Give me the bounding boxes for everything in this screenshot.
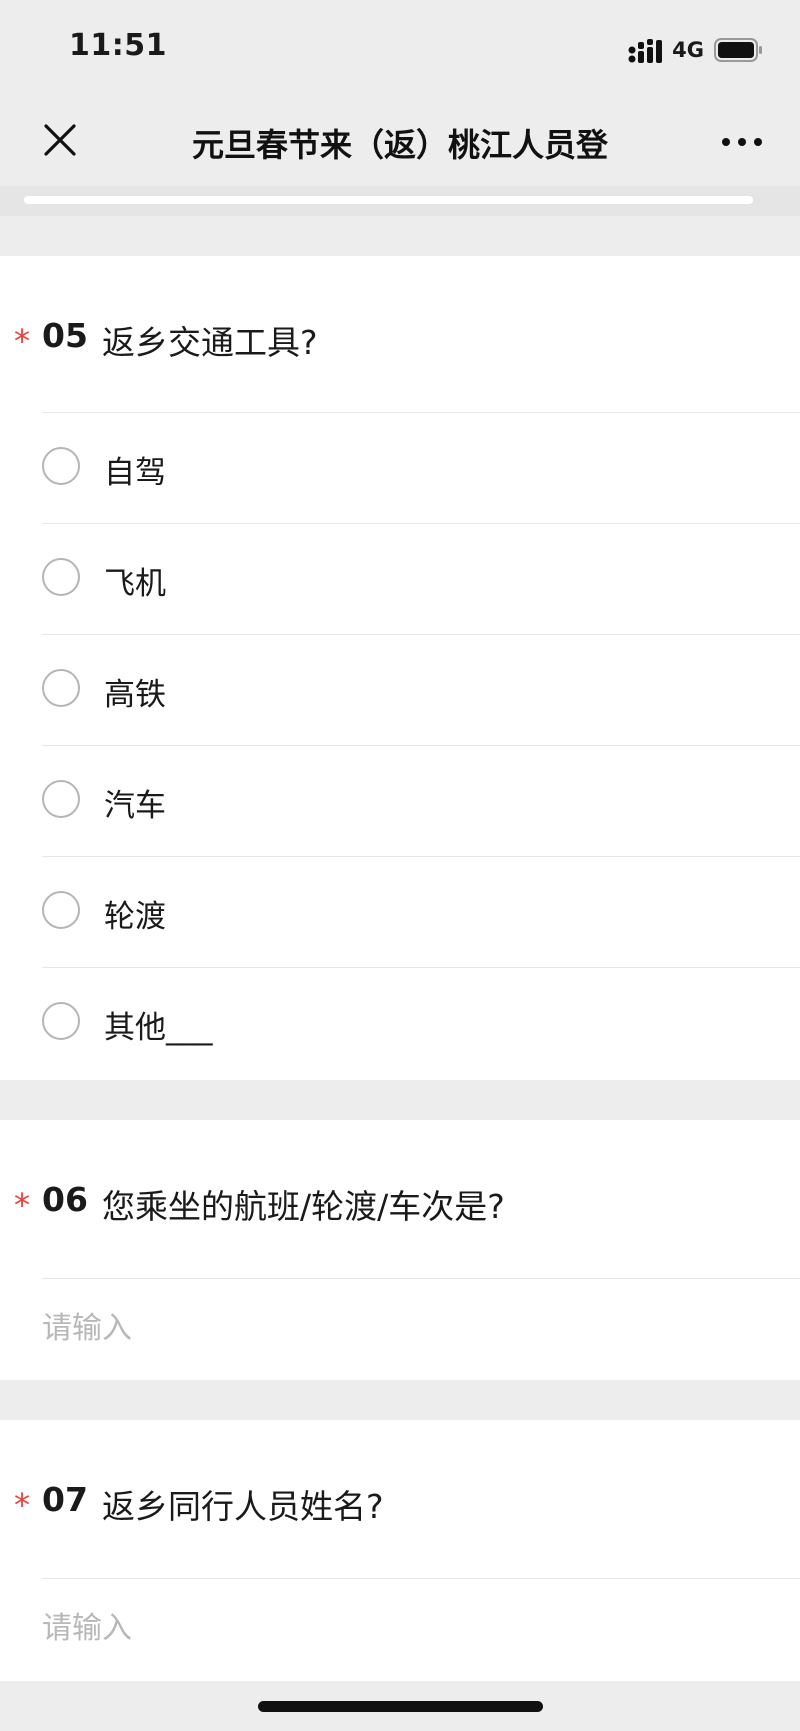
option-label: 飞机 — [104, 566, 166, 602]
option-high-speed-rail[interactable]: 高铁 — [42, 634, 800, 744]
flight-ferry-train-number-input[interactable] — [42, 1278, 800, 1378]
option-label: 其他___ — [104, 1010, 213, 1046]
option-label: 汽车 — [104, 788, 166, 824]
radio-icon[interactable] — [42, 669, 80, 707]
companion-names-input[interactable] — [42, 1578, 800, 1678]
question-header: * 07 返乡同行人员姓名? — [0, 1476, 800, 1536]
question-number: 05 — [42, 316, 88, 355]
signal-bars-icon — [628, 39, 663, 63]
status-indicators: 4G — [628, 35, 764, 65]
radio-icon[interactable] — [42, 447, 80, 485]
option-other[interactable]: 其他___ — [42, 967, 800, 1077]
progress-bar — [24, 196, 753, 204]
option-label: 轮渡 — [104, 899, 166, 935]
status-time: 11:51 — [69, 28, 167, 63]
more-icon[interactable] — [720, 130, 764, 154]
required-mark: * — [14, 322, 30, 360]
home-indicator[interactable] — [258, 1701, 543, 1712]
radio-icon[interactable] — [42, 780, 80, 818]
required-mark: * — [14, 1186, 30, 1224]
question-text: 返乡交通工具? — [102, 323, 318, 362]
network-type: 4G — [672, 38, 704, 62]
question-number: 06 — [42, 1180, 88, 1219]
nav-bar: 元旦春节来（返）桃江人员登 — [0, 96, 800, 186]
option-label: 高铁 — [104, 677, 166, 713]
page-title: 元旦春节来（返）桃江人员登 — [191, 126, 608, 164]
question-text: 返乡同行人员姓名? — [102, 1487, 384, 1526]
option-airplane[interactable]: 飞机 — [42, 523, 800, 633]
question-card-05: * 05 返乡交通工具? 自驾 飞机 高铁 汽车 轮渡 其他___ — [0, 256, 800, 1080]
option-ferry[interactable]: 轮渡 — [42, 856, 800, 966]
battery-icon — [714, 38, 762, 62]
radio-icon[interactable] — [42, 891, 80, 929]
radio-icon[interactable] — [42, 558, 80, 596]
question-header: * 05 返乡交通工具? — [0, 312, 800, 372]
question-number: 07 — [42, 1480, 88, 1519]
option-label: 自驾 — [104, 455, 166, 491]
radio-icon[interactable] — [42, 1002, 80, 1040]
question-card-06: * 06 您乘坐的航班/轮渡/车次是? — [0, 1120, 800, 1380]
status-bar: 11:51 4G — [0, 0, 800, 96]
question-card-07: * 07 返乡同行人员姓名? — [0, 1420, 800, 1681]
required-mark: * — [14, 1486, 30, 1524]
progress-track — [0, 186, 800, 216]
question-text: 您乘坐的航班/轮渡/车次是? — [102, 1187, 505, 1226]
close-icon[interactable] — [38, 118, 82, 162]
option-self-drive[interactable]: 自驾 — [42, 412, 800, 522]
option-bus[interactable]: 汽车 — [42, 745, 800, 855]
question-header: * 06 您乘坐的航班/轮渡/车次是? — [0, 1176, 800, 1236]
